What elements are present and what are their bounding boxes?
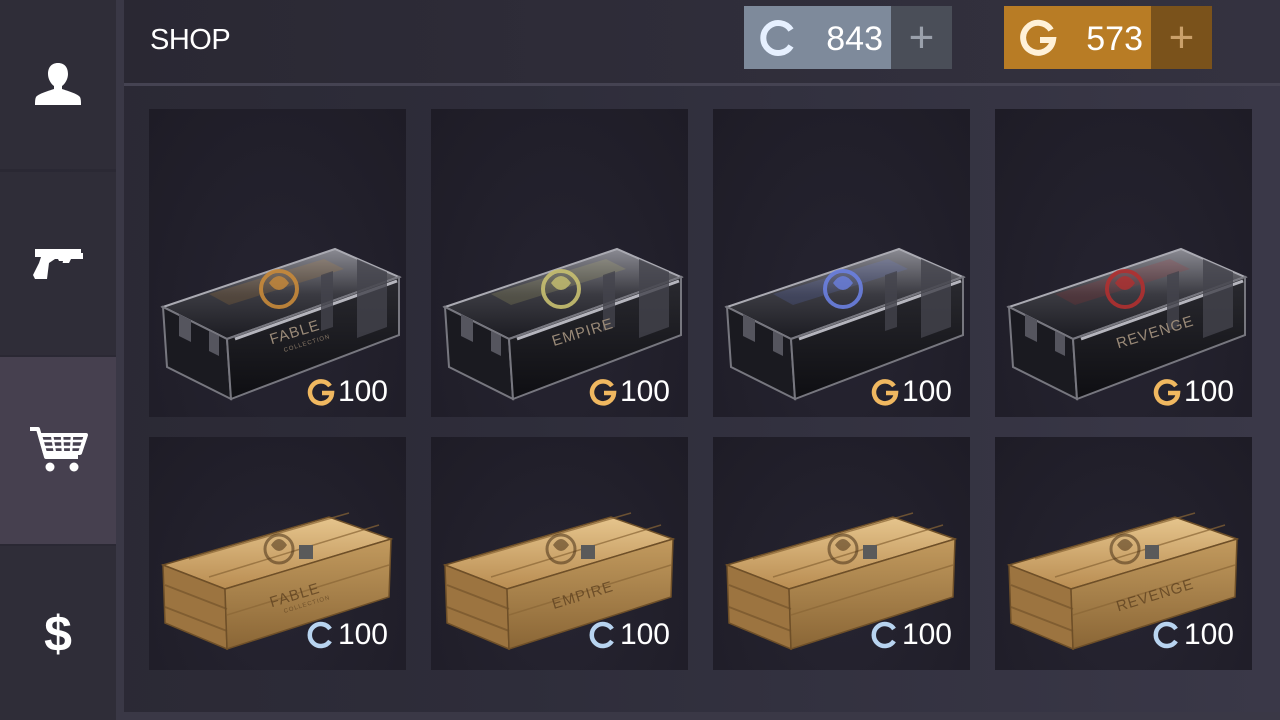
case-price: 100 bbox=[307, 618, 388, 652]
bottom-border bbox=[124, 712, 1280, 720]
case-price-value: 100 bbox=[619, 375, 670, 408]
case-price-value: 100 bbox=[901, 375, 952, 408]
case-price-value: 100 bbox=[619, 618, 670, 651]
case-card-empire-credits[interactable]: EMPIRE 100 bbox=[431, 437, 688, 670]
credits-c-icon bbox=[1153, 621, 1178, 649]
top-bar: SHOP 843 + 573 + bbox=[124, 0, 1280, 86]
svg-text:$: $ bbox=[44, 607, 72, 659]
cart-icon bbox=[30, 427, 88, 472]
case-price: 100 bbox=[307, 375, 388, 409]
gold-g-icon bbox=[871, 379, 899, 406]
add-gold-button[interactable]: + bbox=[1151, 6, 1212, 69]
case-price: 100 bbox=[871, 375, 952, 409]
gold-g-icon bbox=[589, 379, 617, 406]
sidebar-divider bbox=[116, 0, 124, 720]
case-price: 100 bbox=[871, 618, 952, 652]
case-price-value: 100 bbox=[901, 618, 952, 651]
case-card-triangle-gold[interactable]: 100 bbox=[713, 109, 970, 417]
case-card-fable-gold[interactable]: FABLE COLLECTION 100 bbox=[149, 109, 406, 417]
credits-c-icon bbox=[589, 621, 614, 649]
case-card-triangle-credits[interactable]: 100 bbox=[713, 437, 970, 670]
case-price: 100 bbox=[589, 618, 670, 652]
case-price: 100 bbox=[589, 375, 670, 409]
gold-value: 573 bbox=[1086, 20, 1143, 58]
gold-g-icon bbox=[1020, 19, 1057, 56]
sidebar-item-bank[interactable]: $ bbox=[0, 545, 116, 720]
page-title: SHOP bbox=[150, 24, 231, 56]
case-card-revenge-credits[interactable]: REVENGE 100 bbox=[995, 437, 1252, 670]
case-price-value: 100 bbox=[1183, 618, 1234, 651]
case-card-fable-credits[interactable]: FABLE COLLECTION 100 bbox=[149, 437, 406, 670]
cases-grid: FABLE COLLECTION 100 EMPIRE 100 100 REVE… bbox=[149, 109, 1253, 670]
credits-c-icon bbox=[871, 621, 896, 649]
case-card-empire-gold[interactable]: EMPIRE 100 bbox=[431, 109, 688, 417]
person-icon bbox=[35, 63, 81, 106]
credits-c-icon bbox=[760, 19, 794, 56]
case-price-value: 100 bbox=[337, 618, 388, 651]
case-price: 100 bbox=[1153, 375, 1234, 409]
gold-g-icon bbox=[1153, 379, 1181, 406]
case-card-revenge-gold[interactable]: REVENGE 100 bbox=[995, 109, 1252, 417]
credits-c-icon bbox=[307, 621, 332, 649]
gold-balance: 573 + bbox=[1004, 6, 1212, 69]
case-price-value: 100 bbox=[1183, 375, 1234, 408]
dollar-icon: $ bbox=[44, 607, 72, 659]
gold-display: 573 bbox=[1004, 6, 1151, 69]
gold-g-icon bbox=[307, 379, 335, 406]
sidebar-item-profile[interactable] bbox=[0, 0, 116, 169]
sidebar-item-shop[interactable] bbox=[0, 357, 116, 544]
pistol-icon bbox=[33, 249, 83, 280]
case-price-value: 100 bbox=[337, 375, 388, 408]
case-price: 100 bbox=[1153, 618, 1234, 652]
credits-balance: 843 + bbox=[744, 6, 952, 69]
add-credits-button[interactable]: + bbox=[891, 6, 952, 69]
credits-display: 843 bbox=[744, 6, 891, 69]
credits-value: 843 bbox=[826, 20, 883, 58]
sidebar-item-weapons[interactable] bbox=[0, 171, 116, 356]
sidebar: $ bbox=[0, 0, 116, 720]
